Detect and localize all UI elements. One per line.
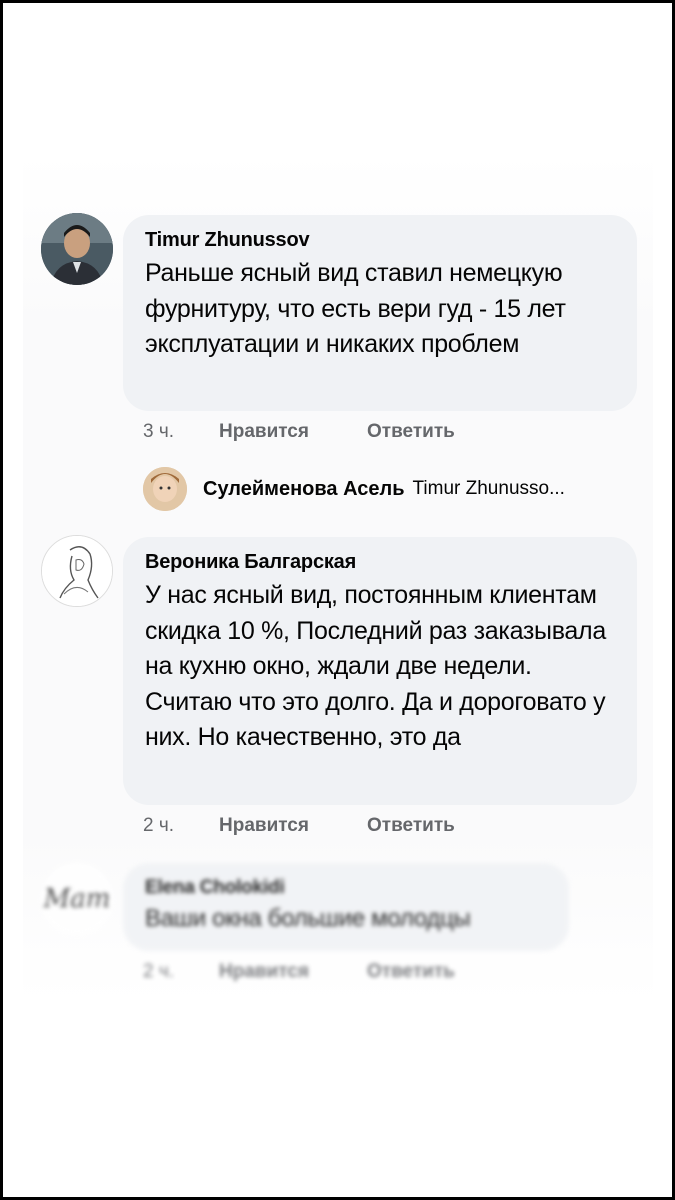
comment-text: Раньше ясный вид ставил немецкую фурниту… (145, 259, 566, 358)
avatar[interactable]: Mam (41, 863, 113, 935)
comment-actions: 2 ч. Нравится Ответить (143, 961, 455, 983)
comment-time[interactable]: 2 ч. (143, 961, 219, 983)
comment-actions: 2 ч. Нравится Ответить (143, 815, 455, 837)
comment-text: Ваши окна большие молодцы (145, 905, 471, 932)
comment-bubble: Timur Zhunussov Раньше ясный вид ставил … (123, 215, 637, 411)
like-button[interactable]: Нравится (219, 815, 367, 837)
comment-time[interactable]: 3 ч. (143, 421, 219, 443)
reply-button[interactable]: Ответить (367, 815, 455, 837)
man-portrait-avatar-icon (41, 213, 113, 285)
comment-text: У нас ясный вид, постоянным клиентам ски… (145, 581, 606, 751)
reply-author[interactable]: Сулейменова Асель (203, 478, 405, 501)
like-button[interactable]: Нравится (219, 421, 367, 443)
reply-button[interactable]: Ответить (367, 421, 455, 443)
comment-author[interactable]: Вероника Балгарская (145, 551, 615, 574)
reply-snippet: Timur Zhunusso... (412, 478, 565, 499)
script-logo-avatar-icon: Mam (43, 884, 111, 914)
avatar[interactable] (143, 467, 187, 511)
comment-author[interactable]: Timur Zhunussov (145, 229, 615, 252)
reply-preview[interactable]: Сулейменова Асель Timur Zhunusso... (143, 467, 565, 511)
comment-bubble: Elena Cholokidi Ваши окна большие молодц… (123, 863, 569, 951)
comment-time[interactable]: 2 ч. (143, 815, 219, 837)
comment-actions: 3 ч. Нравится Ответить (143, 421, 455, 443)
reply-button[interactable]: Ответить (367, 961, 455, 983)
comments-panel: Timur Zhunussov Раньше ясный вид ставил … (3, 3, 672, 1197)
avatar[interactable] (41, 213, 113, 285)
comment-author[interactable]: Elena Cholokidi (145, 877, 547, 899)
woman-sketch-avatar-icon (42, 536, 112, 606)
like-button[interactable]: Нравится (219, 961, 367, 983)
child-photo-avatar-icon (143, 467, 187, 511)
comment-bubble: Вероника Балгарская У нас ясный вид, пос… (123, 537, 637, 805)
avatar[interactable] (41, 535, 113, 607)
